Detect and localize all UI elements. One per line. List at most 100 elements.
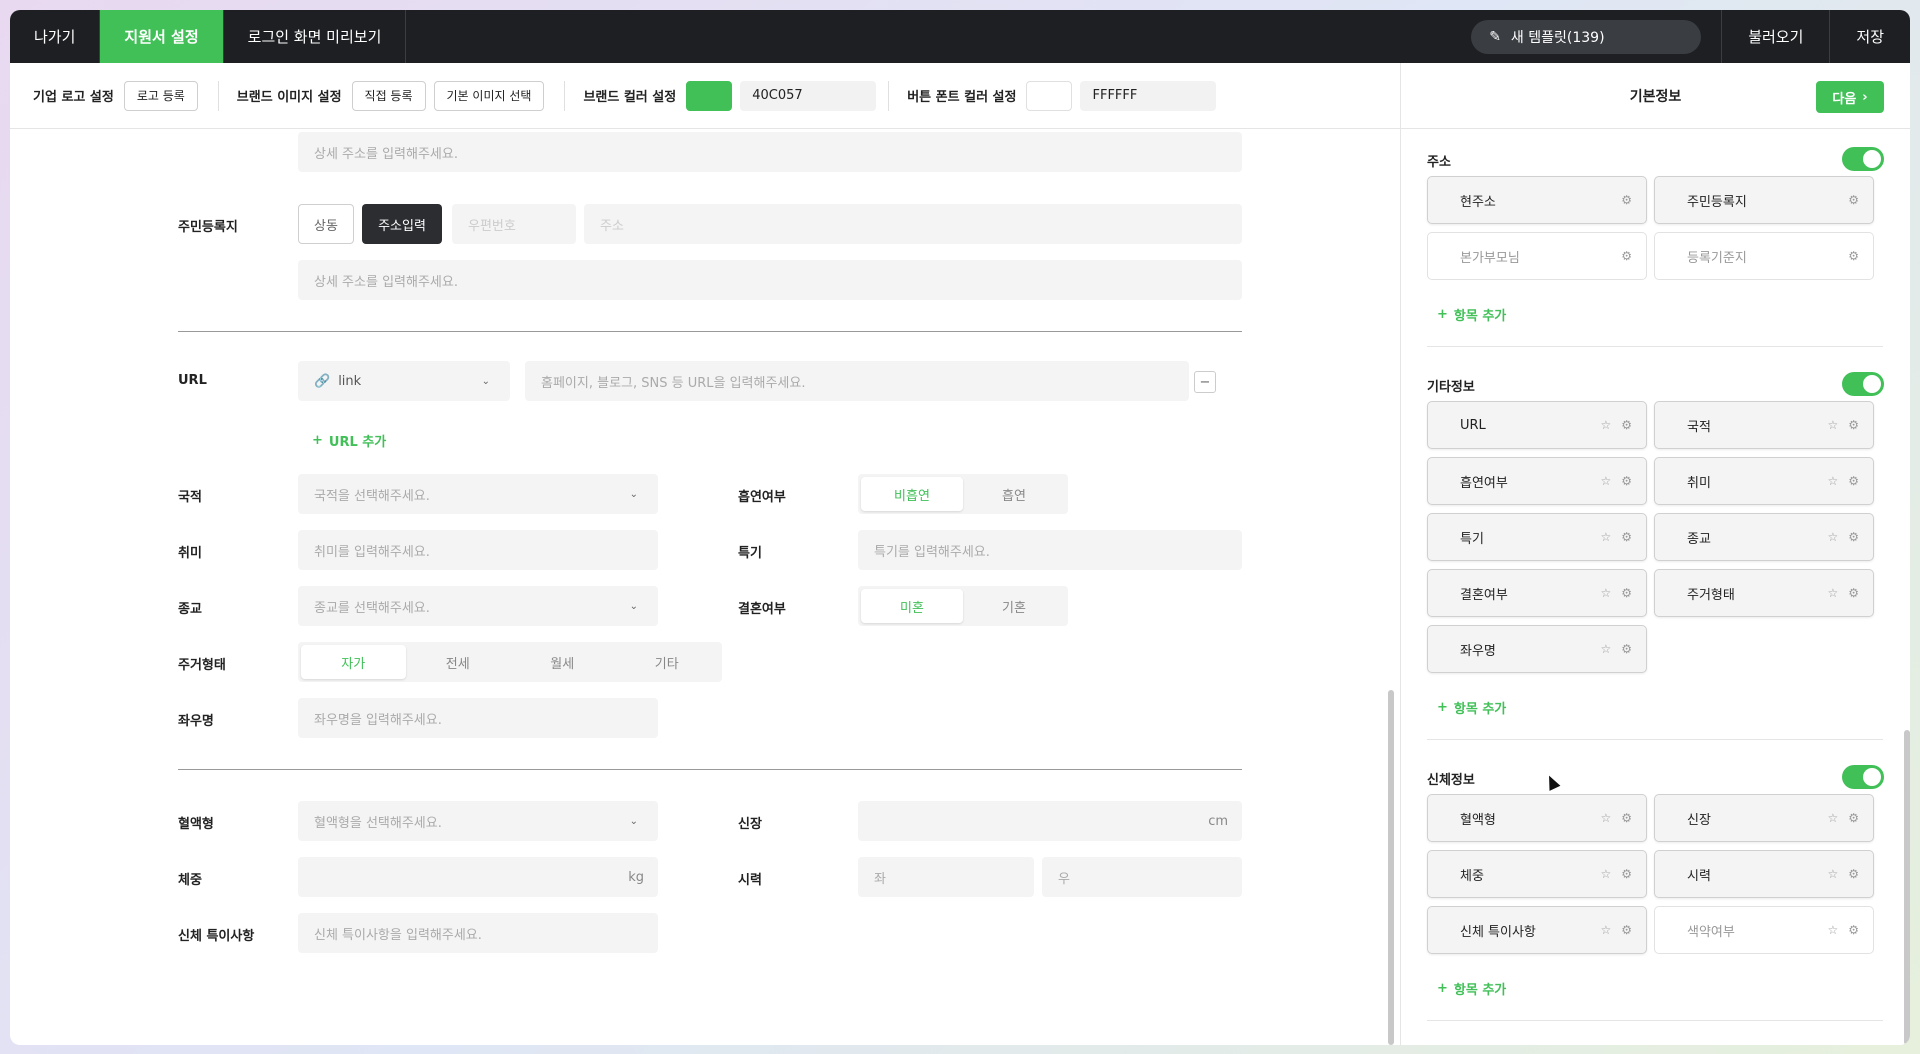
address-item-parents[interactable]: 본가부모님 ⚙ bbox=[1427, 232, 1647, 280]
gear-icon[interactable]: ⚙ bbox=[1621, 418, 1632, 432]
hobby-input[interactable]: 취미를 입력해주세요. bbox=[298, 530, 658, 570]
address-add-item-button[interactable]: + 항목 추가 bbox=[1437, 305, 1506, 324]
detail-address-input[interactable]: 상세 주소를 입력해주세요. bbox=[298, 132, 1242, 172]
star-icon[interactable]: ☆ bbox=[1600, 586, 1611, 600]
body-note-input[interactable]: 신체 특이사항을 입력해주세요. bbox=[298, 913, 658, 953]
vision-left-input[interactable]: 좌 bbox=[858, 857, 1034, 897]
body-item-body-note[interactable]: 신체 특이사항 ☆ ⚙ bbox=[1427, 906, 1647, 954]
address-item-registration-base[interactable]: 등록기준지 ⚙ bbox=[1654, 232, 1874, 280]
save-button[interactable]: 저장 bbox=[1829, 10, 1910, 63]
new-template-button[interactable]: ✎ 새 템플릿(139) bbox=[1471, 19, 1702, 54]
form-scrollbar[interactable] bbox=[1388, 690, 1394, 1045]
star-icon[interactable]: ☆ bbox=[1827, 586, 1838, 600]
body-add-item-button[interactable]: + 항목 추가 bbox=[1437, 979, 1506, 998]
own-house-option[interactable]: 자가 bbox=[301, 645, 406, 679]
other-item-housing[interactable]: 주거형태 ☆ ⚙ bbox=[1654, 569, 1874, 617]
gear-icon[interactable]: ⚙ bbox=[1848, 530, 1859, 544]
add-url-button[interactable]: + URL 추가 bbox=[312, 431, 386, 450]
address-input[interactable]: 주소 bbox=[584, 204, 1242, 244]
body-item-weight[interactable]: 체중 ☆ ⚙ bbox=[1427, 850, 1647, 898]
button-font-color-input[interactable]: FFFFFF bbox=[1080, 80, 1217, 111]
login-preview-tab[interactable]: 로그인 화면 미리보기 bbox=[224, 10, 407, 63]
star-icon[interactable]: ☆ bbox=[1600, 418, 1611, 432]
motto-input[interactable]: 좌우명을 입력해주세요. bbox=[298, 698, 658, 738]
star-icon[interactable]: ☆ bbox=[1827, 418, 1838, 432]
same-address-button[interactable]: 상동 bbox=[298, 204, 354, 244]
star-icon[interactable]: ☆ bbox=[1600, 530, 1611, 544]
url-input[interactable]: 홈페이지, 블로그, SNS 등 URL을 입력해주세요. bbox=[525, 361, 1189, 401]
religion-select[interactable]: 종교를 선택해주세요. ⌄ bbox=[298, 586, 658, 626]
gear-icon[interactable]: ⚙ bbox=[1848, 811, 1859, 825]
gear-icon[interactable]: ⚙ bbox=[1621, 867, 1632, 881]
star-icon[interactable]: ☆ bbox=[1827, 530, 1838, 544]
gear-icon[interactable]: ⚙ bbox=[1621, 474, 1632, 488]
gear-icon[interactable]: ⚙ bbox=[1621, 530, 1632, 544]
gear-icon[interactable]: ⚙ bbox=[1621, 586, 1632, 600]
detail-address-input-2[interactable]: 상세 주소를 입력해주세요. bbox=[298, 260, 1242, 300]
talent-input[interactable]: 특기를 입력해주세요. bbox=[858, 530, 1242, 570]
star-icon[interactable]: ☆ bbox=[1827, 474, 1838, 488]
gear-icon[interactable]: ⚙ bbox=[1848, 193, 1859, 207]
body-item-vision[interactable]: 시력 ☆ ⚙ bbox=[1654, 850, 1874, 898]
other-housing-option[interactable]: 기타 bbox=[615, 645, 720, 679]
address-item-resident[interactable]: 주민등록지 ⚙ bbox=[1654, 176, 1874, 224]
star-icon[interactable]: ☆ bbox=[1827, 923, 1838, 937]
body-item-blood-type[interactable]: 혈액형 ☆ ⚙ bbox=[1427, 794, 1647, 842]
gear-icon[interactable]: ⚙ bbox=[1621, 923, 1632, 937]
remove-url-button[interactable]: − bbox=[1194, 371, 1216, 393]
non-smoker-option[interactable]: 비흡연 bbox=[861, 477, 963, 511]
address-input-button[interactable]: 주소입력 bbox=[362, 204, 442, 244]
gear-icon[interactable]: ⚙ bbox=[1848, 474, 1859, 488]
vision-right-input[interactable]: 우 bbox=[1042, 857, 1242, 897]
smoker-option[interactable]: 흡연 bbox=[963, 477, 1065, 511]
other-item-religion[interactable]: 종교 ☆ ⚙ bbox=[1654, 513, 1874, 561]
gear-icon[interactable]: ⚙ bbox=[1621, 642, 1632, 656]
button-font-color-swatch[interactable] bbox=[1026, 80, 1073, 111]
address-toggle[interactable] bbox=[1842, 147, 1884, 171]
other-item-smoking[interactable]: 흡연여부 ☆ ⚙ bbox=[1427, 457, 1647, 505]
postcode-input[interactable]: 우편번호 bbox=[452, 204, 576, 244]
star-icon[interactable]: ☆ bbox=[1600, 923, 1611, 937]
body-item-color-blindness[interactable]: 색약여부 ☆ ⚙ bbox=[1654, 906, 1874, 954]
star-icon[interactable]: ☆ bbox=[1600, 867, 1611, 881]
other-add-item-button[interactable]: + 항목 추가 bbox=[1437, 698, 1506, 717]
monthly-rent-option[interactable]: 월세 bbox=[510, 645, 615, 679]
weight-input[interactable]: kg bbox=[298, 857, 658, 897]
gear-icon[interactable]: ⚙ bbox=[1848, 586, 1859, 600]
gear-icon[interactable]: ⚙ bbox=[1621, 193, 1632, 207]
gear-icon[interactable]: ⚙ bbox=[1621, 249, 1632, 263]
address-item-current[interactable]: 현주소 ⚙ bbox=[1427, 176, 1647, 224]
gear-icon[interactable]: ⚙ bbox=[1848, 418, 1859, 432]
body-item-height[interactable]: 신장 ☆ ⚙ bbox=[1654, 794, 1874, 842]
jeonse-option[interactable]: 전세 bbox=[406, 645, 511, 679]
other-item-marriage[interactable]: 결혼여부 ☆ ⚙ bbox=[1427, 569, 1647, 617]
other-item-talent[interactable]: 특기 ☆ ⚙ bbox=[1427, 513, 1647, 561]
brand-color-swatch[interactable] bbox=[686, 80, 733, 111]
married-option[interactable]: 기혼 bbox=[963, 589, 1065, 623]
direct-register-button[interactable]: 직접 등록 bbox=[351, 80, 426, 111]
other-item-nationality[interactable]: 국적 ☆ ⚙ bbox=[1654, 401, 1874, 449]
load-button[interactable]: 불러오기 bbox=[1721, 10, 1829, 63]
logo-register-button[interactable]: 로고 등록 bbox=[123, 80, 198, 111]
gear-icon[interactable]: ⚙ bbox=[1848, 867, 1859, 881]
other-item-motto[interactable]: 좌우명 ☆ ⚙ bbox=[1427, 625, 1647, 673]
blood-type-select[interactable]: 혈액형을 선택해주세요. ⌄ bbox=[298, 801, 658, 841]
star-icon[interactable]: ☆ bbox=[1600, 474, 1611, 488]
url-type-select[interactable]: 🔗 link ⌄ bbox=[298, 361, 510, 401]
star-icon[interactable]: ☆ bbox=[1600, 811, 1611, 825]
gear-icon[interactable]: ⚙ bbox=[1621, 811, 1632, 825]
nationality-select[interactable]: 국적을 선택해주세요. ⌄ bbox=[298, 474, 658, 514]
other-toggle[interactable] bbox=[1842, 372, 1884, 396]
application-settings-tab[interactable]: 지원서 설정 bbox=[100, 10, 224, 63]
default-image-button[interactable]: 기본 이미지 선택 bbox=[433, 80, 545, 111]
gear-icon[interactable]: ⚙ bbox=[1848, 923, 1859, 937]
height-input[interactable]: cm bbox=[858, 801, 1242, 841]
panel-scrollbar[interactable] bbox=[1904, 730, 1910, 1045]
single-option[interactable]: 미혼 bbox=[861, 589, 963, 623]
brand-color-input[interactable]: 40C057 bbox=[740, 80, 877, 111]
body-toggle[interactable] bbox=[1842, 765, 1884, 789]
star-icon[interactable]: ☆ bbox=[1827, 867, 1838, 881]
exit-tab[interactable]: 나가기 bbox=[10, 10, 101, 63]
next-button[interactable]: 다음 › bbox=[1816, 81, 1884, 113]
other-item-hobby[interactable]: 취미 ☆ ⚙ bbox=[1654, 457, 1874, 505]
